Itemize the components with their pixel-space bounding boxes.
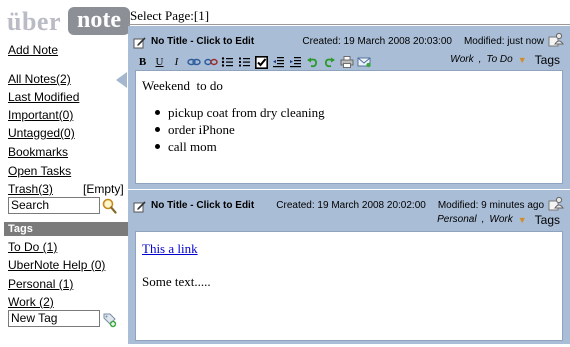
note-modified: Modified: just now	[463, 36, 544, 47]
share-user-icon[interactable]	[548, 32, 564, 47]
print-button[interactable]	[339, 56, 354, 69]
tag-separator: ,	[478, 54, 482, 65]
edit-pencil-icon[interactable]	[133, 37, 147, 49]
divider	[128, 24, 570, 25]
note-heading: Weekend to do	[142, 78, 223, 93]
numbered-list-icon	[239, 57, 250, 67]
bold-button[interactable]: B	[135, 56, 150, 69]
list-item: order iPhone	[155, 121, 562, 138]
selected-view-pointer	[116, 72, 127, 88]
note-timestamps: Created: 19 March 2008 20:03:00 Modified:…	[302, 36, 544, 48]
email-icon	[357, 57, 371, 68]
sidebar-item-important[interactable]: Important(0)	[8, 108, 73, 122]
checkbox-icon	[255, 55, 268, 69]
new-tag-input[interactable]: New Tag	[8, 310, 100, 327]
note-tag[interactable]: Work	[450, 54, 473, 66]
note-created: Created: 19 March 2008 20:02:00	[276, 200, 426, 211]
tags-dropdown-label[interactable]: Tags	[535, 214, 560, 226]
print-icon	[340, 56, 353, 68]
redo-button[interactable]	[322, 56, 337, 69]
numbered-list-button[interactable]	[237, 56, 252, 69]
note-modified: Modified: 9 minutes ago	[437, 200, 544, 211]
outdent-icon	[273, 57, 284, 68]
indent-button[interactable]	[288, 56, 303, 69]
note-card: No Title - Click to Edit Created: 19 Mar…	[128, 26, 570, 189]
outdent-button[interactable]	[271, 56, 286, 69]
bullet-list-button[interactable]	[220, 56, 235, 69]
sidebar-item-trash[interactable]: Trash(3)	[8, 182, 53, 196]
italic-glyph: I	[174, 56, 179, 68]
tag-item-todo[interactable]: To Do (1)	[8, 240, 57, 254]
note-title[interactable]: No Title - Click to Edit	[151, 36, 254, 48]
tag-item-work[interactable]: Work (2)	[8, 295, 54, 309]
note-editor[interactable]: Weekend to do pickup coat from dry clean…	[135, 70, 563, 184]
sidebar-item-all-notes[interactable]: All Notes(2)	[8, 72, 71, 86]
sidebar-item-untagged[interactable]: Untagged(0)	[8, 126, 75, 140]
note-tags-bar: Work , To Do ▼ Tags	[450, 54, 560, 66]
list-item: pickup coat from dry cleaning	[155, 104, 562, 121]
unlink-button[interactable]	[203, 56, 218, 69]
sidebar-item-last-modified[interactable]: Last Modified	[8, 90, 79, 104]
note-editor[interactable]: This a link Some text.....	[135, 231, 563, 341]
checkbox-button[interactable]	[254, 55, 269, 69]
italic-button[interactable]: I	[169, 56, 184, 69]
sidebar-item-open-tasks[interactable]: Open Tasks	[8, 164, 71, 178]
bullet-list-icon	[221, 57, 233, 67]
note-created: Created: 19 March 2008 20:03:00	[302, 36, 452, 47]
tag-item-personal[interactable]: Personal (1)	[8, 277, 73, 291]
note-tag[interactable]: To Do	[486, 54, 512, 66]
add-note-link[interactable]: Add Note	[8, 43, 58, 57]
underline-button[interactable]: U	[152, 56, 167, 69]
logo-note-badge: note	[68, 7, 130, 35]
note-timestamps: Created: 19 March 2008 20:02:00 Modified:…	[276, 200, 544, 212]
empty-trash-link[interactable]: [Empty]	[83, 182, 124, 196]
tags-arrow-icon: ▼	[517, 215, 527, 225]
redo-icon	[324, 57, 335, 68]
email-button[interactable]	[356, 56, 371, 69]
bold-glyph: B	[138, 56, 147, 68]
link-button[interactable]	[186, 56, 201, 69]
sidebar-item-bookmarks[interactable]: Bookmarks	[8, 145, 68, 159]
tag-add-icon[interactable]	[102, 312, 117, 328]
search-input[interactable]: Search	[8, 197, 100, 214]
tags-dropdown-label[interactable]: Tags	[535, 54, 560, 66]
note-card: No Title - Click to Edit Created: 19 Mar…	[128, 190, 570, 344]
note-tag[interactable]: Personal	[437, 214, 476, 226]
note-tags-bar: Personal , Work ▼ Tags	[437, 214, 560, 226]
note-tag[interactable]: Work	[489, 214, 512, 226]
tag-item-ubernote-help[interactable]: UberNote Help (0)	[8, 258, 105, 272]
undo-button[interactable]	[305, 56, 320, 69]
note-todo-list: pickup coat from dry cleaning order iPho…	[155, 104, 562, 155]
edit-pencil-icon[interactable]	[133, 201, 147, 213]
search-icon[interactable]	[102, 198, 117, 214]
logo-uber-text: über	[7, 7, 61, 36]
link-icon	[186, 58, 201, 66]
page-selector[interactable]: Select Page:[1]	[130, 8, 209, 23]
note-link[interactable]: This a link	[142, 241, 198, 256]
tags-section-header: Tags	[4, 222, 128, 236]
share-user-icon[interactable]	[548, 196, 564, 211]
ubernote-logo[interactable]: über note	[6, 7, 130, 37]
underline-glyph: U	[155, 56, 164, 68]
tag-separator: ,	[481, 214, 485, 225]
unlink-icon	[203, 58, 218, 66]
note-text: Some text.....	[142, 274, 211, 289]
indent-icon	[290, 57, 301, 68]
formatting-toolbar: B U I	[135, 55, 373, 69]
undo-icon	[307, 57, 318, 68]
tags-arrow-icon: ▼	[517, 55, 527, 65]
note-title[interactable]: No Title - Click to Edit	[151, 200, 254, 212]
list-item: call mom	[155, 138, 562, 155]
